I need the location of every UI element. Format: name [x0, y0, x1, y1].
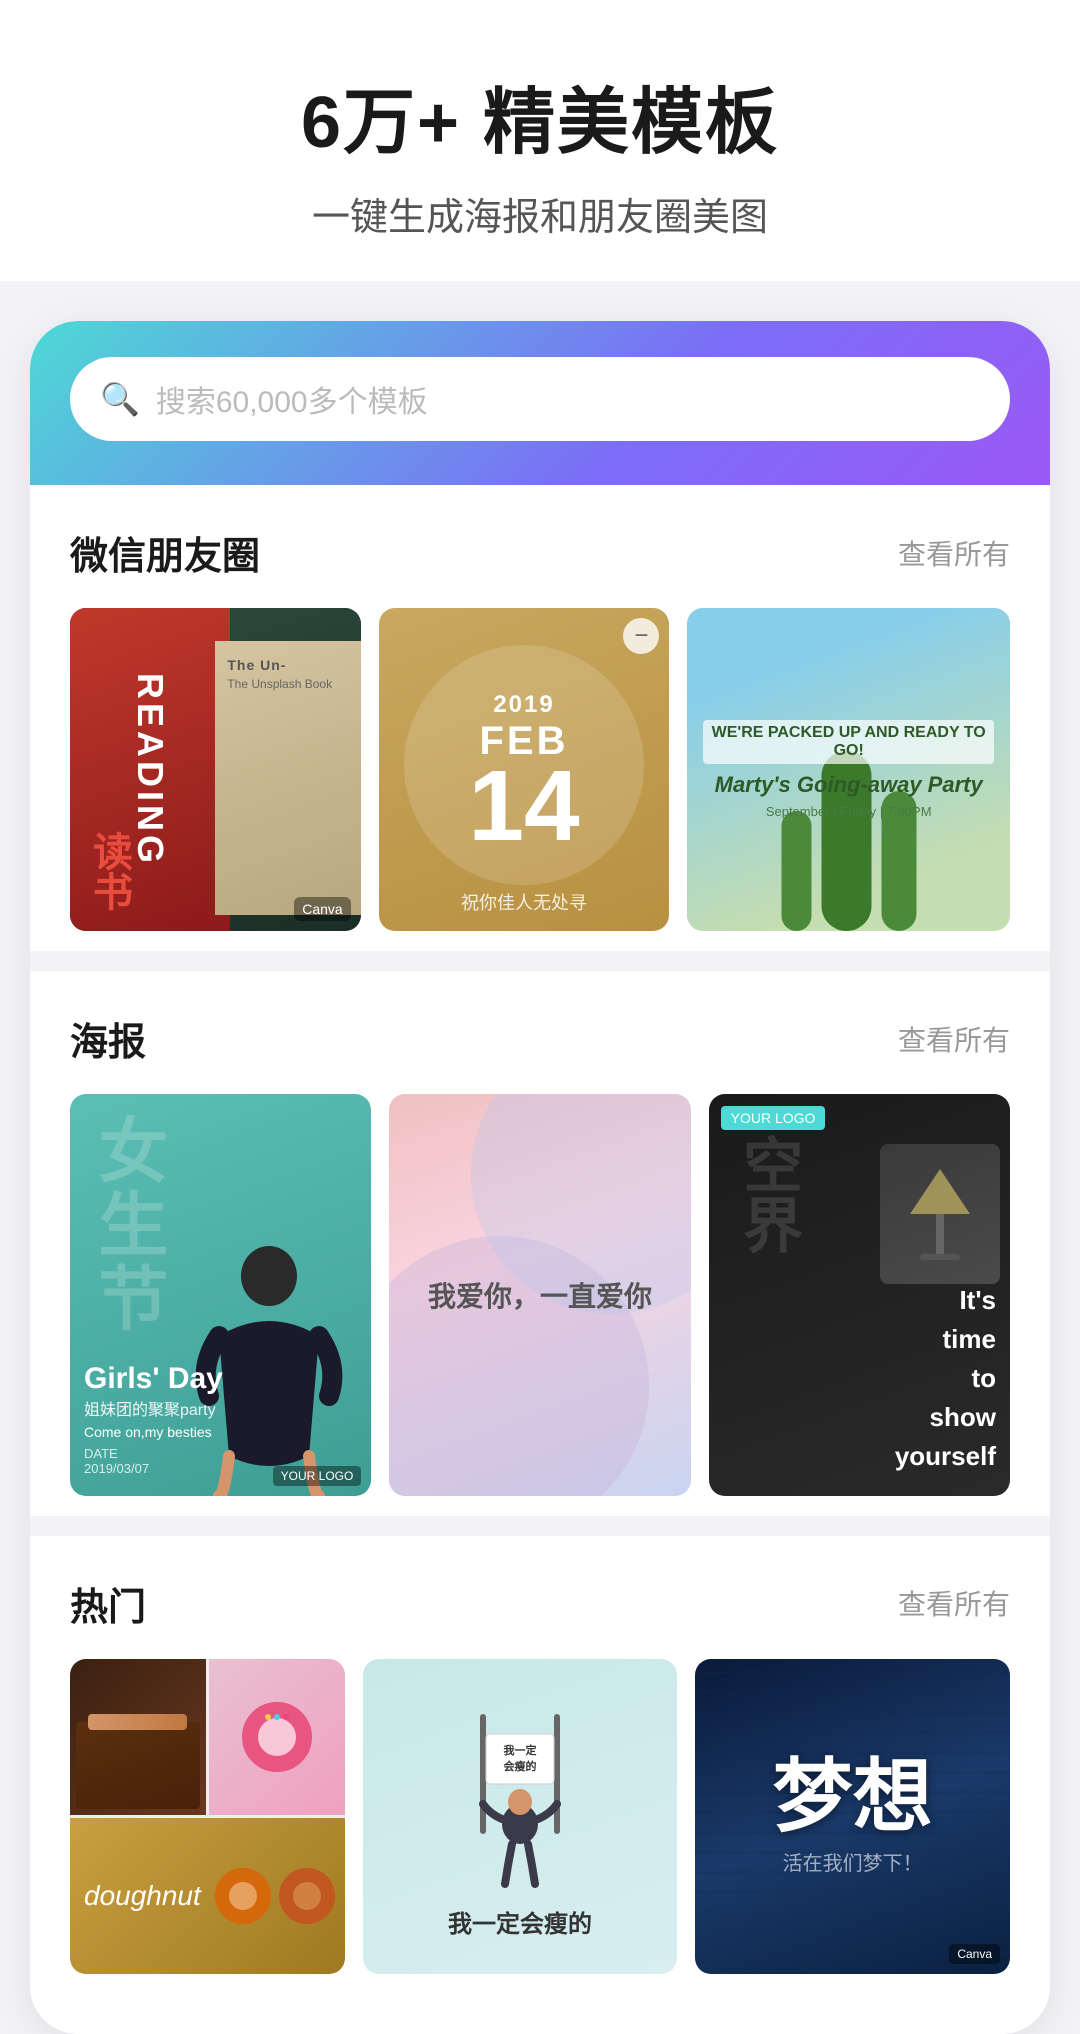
- poster-card-1[interactable]: 女生节 Girls' Day 姐妹团的聚聚party Come on,my be…: [70, 1094, 371, 1496]
- hot-card-3-sub: 活在我们梦下！: [773, 1847, 933, 1876]
- hot-grid-doughnut-label: doughnut: [70, 1818, 345, 1974]
- wechat-card-3[interactable]: WE'RE PACKED UP AND READY TO GO! Marty's…: [687, 608, 1010, 931]
- wechat-card-2-sub: 祝你佳人无处寻: [461, 889, 587, 915]
- hero-title: 6万+ 精美模板: [40, 80, 1040, 166]
- poster-card-2[interactable]: 我爱你，一直爱你: [389, 1094, 690, 1496]
- poster-templates-row: 女生节 Girls' Day 姐妹团的聚聚party Come on,my be…: [70, 1094, 1010, 1496]
- wechat-card-2-year: 2019: [468, 691, 579, 719]
- search-input-placeholder: 搜索60,000多个模板: [156, 377, 428, 421]
- separator-1: [30, 951, 1050, 971]
- your-logo-badge: YOUR LOGO: [273, 1466, 362, 1486]
- wechat-card-3-subtitle: WE'RE PACKED UP AND READY TO GO!: [703, 720, 994, 764]
- search-header: 🔍 搜索60,000多个模板: [30, 321, 1050, 485]
- wechat-card-1-chinese: 读书: [80, 831, 138, 911]
- search-icon: 🔍: [100, 383, 140, 415]
- poster-section-title: 海报: [70, 1011, 146, 1066]
- wechat-card-3-title: Marty's Going-away Party: [703, 772, 994, 798]
- hot-card-2-text: 我一定会瘦的: [448, 1904, 592, 1939]
- poster-section: 海报 查看所有 女生节 Girls' Day: [30, 971, 1050, 1516]
- canva-badge-3: Canva: [949, 1944, 1000, 1964]
- separator-2: [30, 1516, 1050, 1536]
- wechat-section-title: 微信朋友圈: [70, 525, 260, 580]
- poster-card-1-bg-text: 女生节: [78, 1114, 179, 1336]
- poster-card-1-tag: Girls' Day: [84, 1362, 357, 1396]
- wechat-card-3-detail: September | Friday | 7:00PM: [703, 804, 994, 819]
- hot-card-3-main: 梦想: [773, 1757, 933, 1837]
- hot-grid-cake: [70, 1659, 206, 1815]
- wechat-section-header: 微信朋友圈 查看所有: [70, 525, 1010, 580]
- poster-section-more[interactable]: 查看所有: [898, 1019, 1010, 1059]
- poster-card-3-logo: YOUR LOGO: [721, 1106, 826, 1130]
- canva-badge-1: Canva: [294, 897, 350, 921]
- hot-section-more[interactable]: 查看所有: [898, 1583, 1010, 1623]
- hot-grid-pink-donut: [209, 1659, 345, 1815]
- poster-card-1-subtitle: 姐妹团的聚聚party: [84, 1396, 357, 1420]
- hot-card-2[interactable]: 我一定 会瘦的 我一定会瘦的: [363, 1659, 678, 1974]
- wechat-section: 微信朋友圈 查看所有 READING The Un- The Unsplash …: [30, 485, 1050, 951]
- wechat-section-more[interactable]: 查看所有: [898, 533, 1010, 573]
- hot-card-1[interactable]: doughnut: [70, 1659, 345, 1974]
- doughnut-label: doughnut: [84, 1880, 201, 1912]
- hero-subtitle: 一键生成海报和朋友圈美图: [40, 186, 1040, 241]
- hero-section: 6万+ 精美模板 一键生成海报和朋友圈美图: [0, 0, 1080, 281]
- search-bar[interactable]: 🔍 搜索60,000多个模板: [70, 357, 1010, 441]
- lamp-svg: [900, 1164, 980, 1264]
- poster-section-header: 海报 查看所有: [70, 1011, 1010, 1066]
- hot-section: 热门 查看所有: [30, 1536, 1050, 1994]
- minus-badge: −: [623, 618, 659, 654]
- wechat-card-2-day: 14: [468, 764, 579, 849]
- wechat-card-1[interactable]: READING The Un- The Unsplash Book 读书 Can…: [70, 608, 361, 931]
- wechat-templates-row: READING The Un- The Unsplash Book 读书 Can…: [70, 608, 1010, 931]
- hot-section-header: 热门 查看所有: [70, 1576, 1010, 1631]
- hot-card-3[interactable]: 梦想 活在我们梦下！ Canva: [695, 1659, 1010, 1974]
- poster-card-1-cta: Come on,my besties: [84, 1424, 357, 1440]
- poster-card-3[interactable]: YOUR LOGO 空界 It'stimetoshowyourself: [709, 1094, 1010, 1496]
- svg-text:会瘦的: 会瘦的: [504, 1759, 537, 1773]
- wechat-card-2[interactable]: 2019 FEB 14 祝你佳人无处寻 −: [379, 608, 670, 931]
- person-with-sign: 我一定 会瘦的: [440, 1694, 600, 1894]
- poster-card-2-text: 我爱你，一直爱你: [428, 1275, 652, 1315]
- hot-section-title: 热门: [70, 1576, 146, 1631]
- app-card: 🔍 搜索60,000多个模板 微信朋友圈 查看所有 READING The Un…: [30, 321, 1050, 2033]
- hot-templates-row: doughnut 我一定 会瘦的: [70, 1659, 1010, 1974]
- svg-text:我一定: 我一定: [504, 1743, 537, 1757]
- poster-card-3-cta: It'stimetoshowyourself: [723, 1281, 996, 1476]
- poster-card-3-bg-text: 空界: [725, 1134, 812, 1254]
